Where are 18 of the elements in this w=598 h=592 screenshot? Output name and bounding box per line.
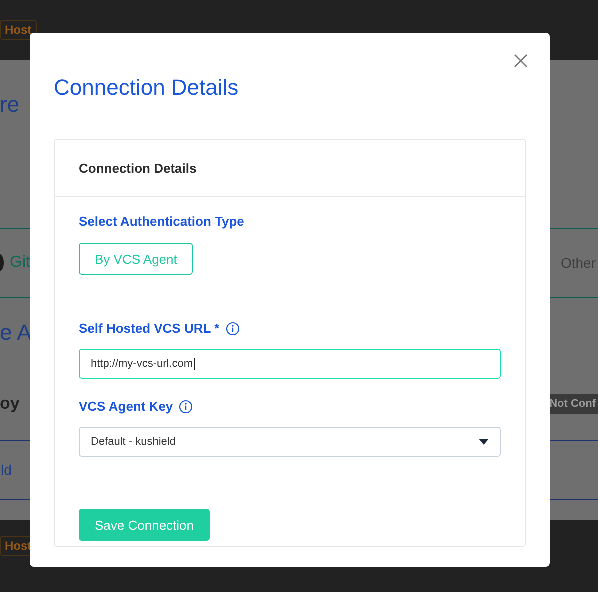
page-heading: re: [0, 92, 20, 118]
modal-title: Connection Details: [54, 75, 240, 101]
card-title: Connection Details: [79, 160, 197, 176]
auth-type-button[interactable]: By VCS Agent: [79, 243, 194, 275]
row-label: oy: [0, 394, 20, 414]
link[interactable]: ld: [1, 462, 12, 478]
save-connection-button[interactable]: Save Connection: [79, 509, 210, 541]
tab-label[interactable]: Git: [10, 254, 30, 272]
field-label: Select Authentication Type: [79, 214, 244, 229]
tab[interactable]: Git: [0, 254, 30, 272]
close-icon[interactable]: [514, 54, 528, 68]
field-label: VCS Agent Key: [79, 399, 174, 414]
info-icon[interactable]: [226, 322, 240, 336]
caret-icon: [479, 439, 489, 445]
url-input-field[interactable]: http://my-vcs-url.com: [79, 349, 501, 379]
info-icon[interactable]: [179, 400, 194, 414]
agent-key-dropdown[interactable]: Default - kushield: [79, 427, 501, 457]
field-label: Self Hosted VCS URL *: [79, 321, 220, 336]
